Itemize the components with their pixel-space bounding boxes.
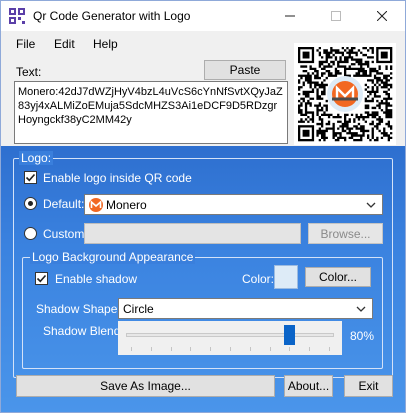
minimize-button[interactable] bbox=[267, 1, 313, 31]
enable-shadow-label: Enable shadow bbox=[55, 272, 138, 286]
qr-code-icon bbox=[9, 8, 25, 24]
close-icon bbox=[377, 11, 387, 21]
default-logo-radio[interactable] bbox=[24, 197, 37, 210]
title-bar: Qr Code Generator with Logo bbox=[1, 1, 405, 31]
enable-logo-checkbox[interactable] bbox=[24, 171, 37, 184]
menu-help[interactable]: Help bbox=[93, 37, 118, 51]
color-button[interactable]: Color... bbox=[305, 267, 371, 287]
menu-edit[interactable]: Edit bbox=[54, 37, 75, 51]
slider-tick bbox=[190, 347, 192, 351]
menu-file[interactable]: File bbox=[16, 37, 35, 51]
chevron-down-icon bbox=[356, 306, 366, 312]
slider-track bbox=[126, 333, 334, 337]
chevron-down-icon bbox=[366, 202, 376, 208]
paste-button[interactable]: Paste bbox=[204, 60, 286, 80]
checkmark-icon bbox=[25, 173, 36, 182]
slider-tick bbox=[309, 347, 311, 351]
window-title: Qr Code Generator with Logo bbox=[33, 9, 191, 23]
slider-tick bbox=[150, 347, 152, 351]
exit-button[interactable]: Exit bbox=[344, 375, 393, 397]
shadow-blend-label: Shadow Blend bbox=[43, 324, 121, 338]
maximize-button[interactable] bbox=[313, 1, 359, 31]
shadow-shape-select[interactable]: Circle bbox=[118, 298, 373, 319]
maximize-icon bbox=[331, 11, 341, 21]
enable-logo-label: Enable logo inside QR code bbox=[43, 171, 192, 185]
slider-tick bbox=[329, 347, 330, 351]
app-window: Qr Code Generator with Logo File Edit He… bbox=[0, 0, 406, 413]
custom-logo-radio[interactable] bbox=[24, 227, 37, 240]
shadow-color-swatch bbox=[274, 265, 298, 289]
settings-panel: Logo: Enable logo inside QR code Default… bbox=[1, 146, 405, 412]
save-as-image-button[interactable]: Save As Image... bbox=[16, 375, 275, 397]
slider-tick bbox=[131, 347, 132, 351]
shadow-blend-slider[interactable] bbox=[118, 321, 342, 355]
close-button[interactable] bbox=[359, 1, 405, 31]
slider-tick bbox=[210, 347, 212, 351]
custom-logo-label: Custom: bbox=[43, 227, 88, 241]
shadow-blend-value: 80% bbox=[350, 329, 375, 343]
shadow-shape-label: Shadow Shape: bbox=[36, 302, 121, 316]
custom-logo-path-field bbox=[84, 223, 301, 244]
slider-tick bbox=[170, 347, 172, 351]
qr-text-input[interactable]: Monero:42dJ7dWZjHyV4bzL4uVcS6cYnNfSvtXQy… bbox=[14, 81, 288, 144]
checkmark-icon bbox=[36, 274, 47, 283]
slider-tick bbox=[249, 347, 251, 351]
text-label: Text: bbox=[16, 65, 42, 79]
default-logo-value: Monero bbox=[106, 197, 147, 212]
default-logo-select[interactable]: Monero bbox=[84, 194, 383, 215]
radio-selected-dot bbox=[28, 201, 33, 206]
monero-logo-icon bbox=[89, 197, 103, 212]
shadow-shape-value: Circle bbox=[123, 301, 154, 316]
browse-button: Browse... bbox=[308, 223, 383, 244]
logo-group-title: Logo: bbox=[19, 151, 54, 165]
about-button[interactable]: About... bbox=[284, 375, 333, 397]
slider-tick bbox=[269, 347, 271, 351]
slider-tick bbox=[289, 347, 291, 351]
slider-thumb[interactable] bbox=[283, 325, 295, 345]
logo-background-title: Logo Background Appearance bbox=[30, 250, 196, 264]
minimize-icon bbox=[285, 15, 295, 17]
slider-tick bbox=[230, 347, 231, 351]
qr-code-preview bbox=[294, 43, 396, 145]
default-logo-label: Default: bbox=[43, 197, 85, 211]
enable-shadow-checkbox[interactable] bbox=[35, 272, 48, 285]
color-label: Color: bbox=[242, 272, 275, 286]
